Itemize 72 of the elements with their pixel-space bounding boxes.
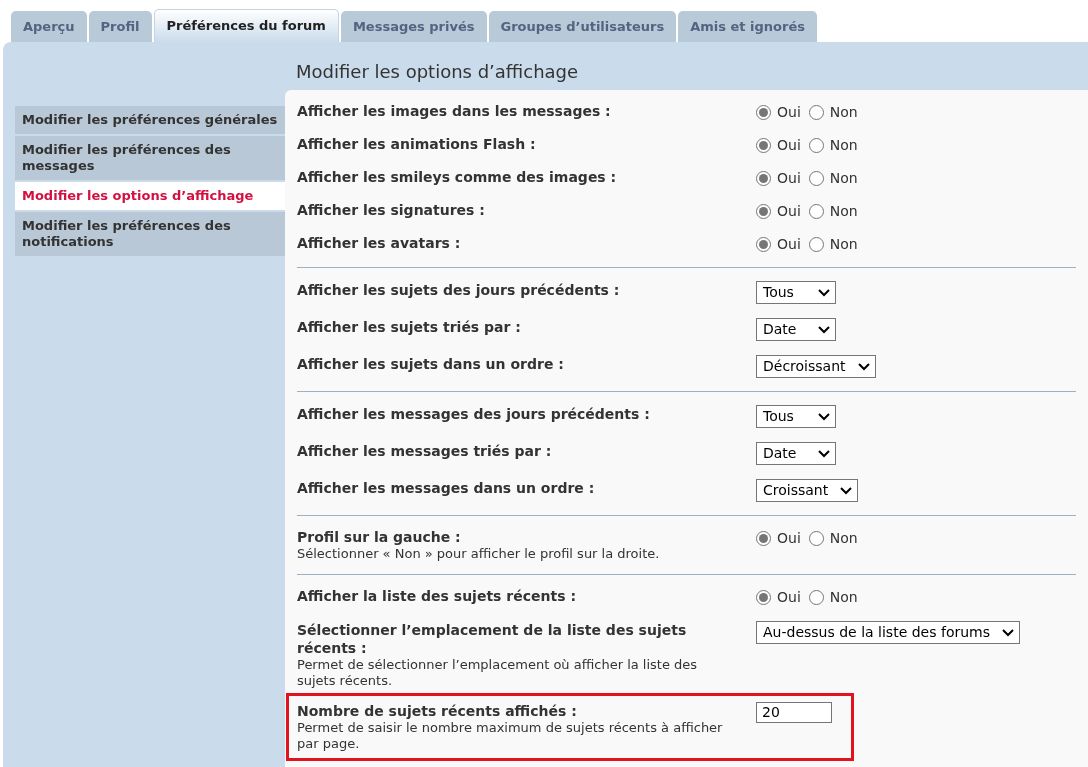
radio-label: Non (829, 235, 858, 254)
option-label: Afficher les messages des jours précédents : (297, 405, 651, 423)
radio-label: Oui (777, 202, 801, 221)
tab[interactable]: Préférences du forum (153, 9, 339, 42)
radio-label: Non (829, 202, 858, 221)
option-label: Sélectionner l’emplacement de la liste des sujets récents : (297, 621, 688, 657)
radio-button[interactable] (808, 531, 824, 546)
chevron-down-icon (818, 325, 830, 334)
tab[interactable]: Aperçu (11, 11, 87, 42)
chevron-down-icon (818, 288, 830, 297)
dropdown[interactable]: Date (756, 318, 836, 341)
option-description: Sélectionner « Non » pour afficher le profil sur la droite. (297, 546, 661, 562)
option-description: Permet de sélectionner l’emplacement où afficher la liste des sujets récents. (297, 657, 699, 689)
option-label: Afficher les messages triés par : (297, 442, 553, 460)
radio-button[interactable] (756, 590, 771, 605)
radio-label: Non (829, 529, 858, 548)
input-field[interactable]: 20 (756, 702, 832, 723)
sidebar-item[interactable]: Modifier les préférences des notifications (15, 212, 285, 256)
radio-button[interactable] (808, 590, 824, 605)
sidebar-item[interactable]: Modifier les préférences des messages (15, 136, 285, 180)
option-label: Afficher les animations Flash : (297, 135, 537, 153)
dropdown[interactable]: Tous (756, 281, 836, 304)
radio-label: Oui (777, 103, 801, 122)
option-label: Nombre de sujets récents affichés : (297, 702, 578, 720)
radio-label: Oui (777, 136, 801, 155)
radio-button[interactable] (756, 204, 771, 219)
radio-button[interactable] (756, 105, 771, 120)
radio-label: Oui (777, 588, 801, 607)
radio-button[interactable] (756, 531, 771, 546)
chevron-down-icon (840, 486, 853, 495)
radio-button[interactable] (756, 138, 771, 153)
option-label: Afficher les avatars : (297, 234, 462, 252)
option-label: Afficher les signatures : (297, 201, 486, 219)
radio-button[interactable] (808, 138, 824, 153)
radio-label: Oui (777, 235, 801, 254)
option-label: Profil sur la gauche : (297, 528, 462, 546)
dropdown[interactable]: Décroissant (756, 355, 876, 378)
chevron-down-icon (1002, 628, 1014, 637)
chevron-down-icon (818, 449, 830, 458)
option-label: Afficher les sujets triés par : (297, 318, 522, 336)
radio-label: Oui (777, 529, 801, 548)
option-label: Afficher les images dans les messages : (297, 102, 612, 120)
dropdown[interactable]: Date (756, 442, 836, 465)
tab[interactable]: Profil (88, 11, 152, 42)
radio-label: Non (829, 136, 858, 155)
chevron-down-icon (818, 412, 830, 421)
option-label: Afficher la liste des sujets récents : (297, 587, 577, 605)
page-title: Modifier les options d’affichage (295, 60, 580, 84)
radio-button[interactable] (808, 237, 824, 252)
radio-button[interactable] (808, 105, 824, 120)
option-description: Permet de saisir le nombre maximum de sujets récents à afficher par page. (297, 720, 724, 752)
option-label: Afficher les smileys comme des images : (297, 168, 618, 186)
tab[interactable]: Amis et ignorés (678, 11, 817, 42)
dropdown[interactable]: Au-dessus de la liste des forums (756, 621, 1020, 644)
radio-label: Non (829, 169, 858, 188)
chevron-down-icon (857, 362, 870, 371)
option-label: Afficher les sujets dans un ordre : (297, 355, 565, 373)
dropdown[interactable]: Tous (756, 405, 836, 428)
radio-button[interactable] (756, 237, 771, 252)
radio-label: Non (829, 588, 858, 607)
radio-button[interactable] (808, 171, 824, 186)
radio-button[interactable] (756, 171, 771, 186)
option-label: Afficher les sujets des jours précédents : (297, 281, 621, 299)
sidebar-item[interactable]: Modifier les options d’affichage (15, 182, 285, 210)
tab[interactable]: Groupes d’utilisateurs (488, 11, 677, 42)
radio-label: Oui (777, 169, 801, 188)
sidebar-item[interactable]: Modifier les préférences générales (15, 106, 285, 134)
radio-label: Non (829, 103, 858, 122)
tab[interactable]: Messages privés (340, 11, 487, 42)
dropdown[interactable]: Croissant (756, 479, 859, 502)
radio-button[interactable] (808, 204, 824, 219)
option-label: Afficher les messages dans un ordre : (297, 479, 596, 497)
